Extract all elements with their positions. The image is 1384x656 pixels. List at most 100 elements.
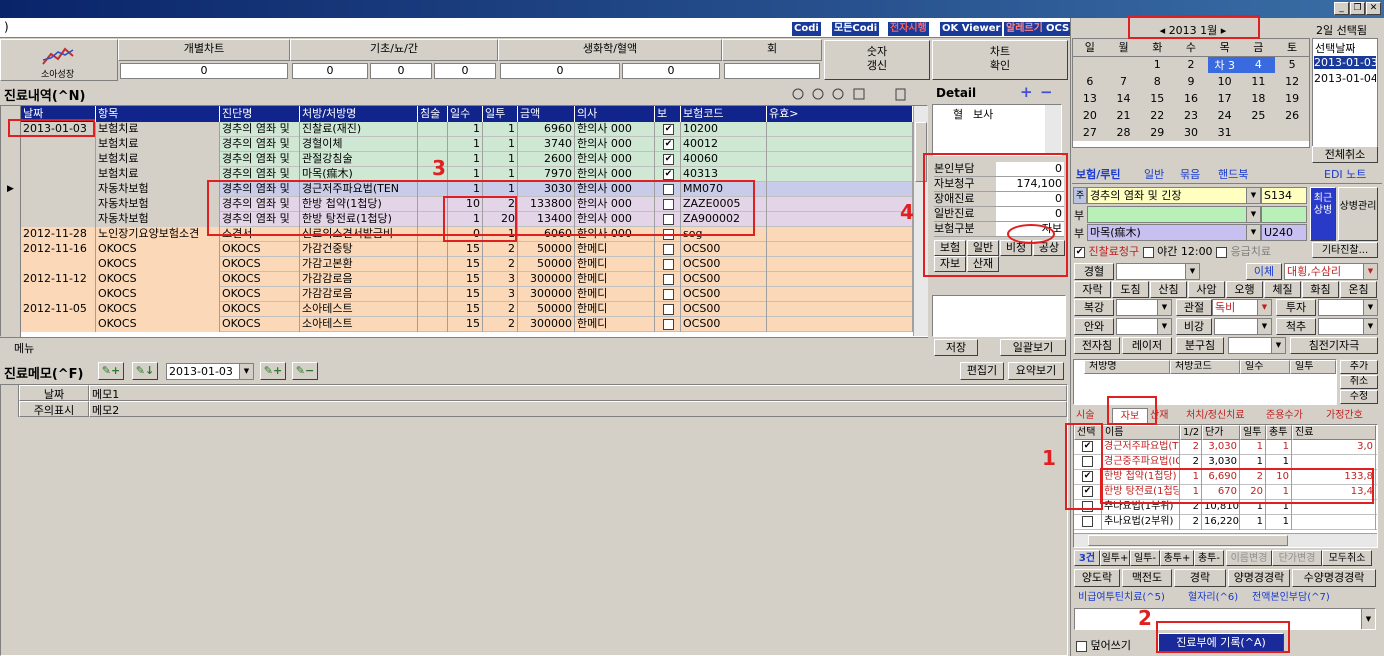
- other-consult-button[interactable]: 기타진찰...: [1312, 242, 1378, 258]
- selected-date-1[interactable]: 2013-01-03: [1314, 56, 1376, 69]
- fee-action-button[interactable]: 총투+: [1160, 550, 1194, 566]
- calendar-day[interactable]: 31: [1207, 124, 1242, 141]
- fee-action-button[interactable]: 모두취소: [1322, 550, 1372, 566]
- fee-row[interactable]: 추나요법(2부위) 2 16,220 1 1: [1074, 515, 1377, 530]
- lower-tab[interactable]: 전액본인부담(^7): [1252, 590, 1376, 606]
- chevron-down-icon[interactable]: ▼: [239, 364, 253, 379]
- meridian-button[interactable]: 양도락: [1074, 569, 1120, 587]
- fee-action-button[interactable]: 이름변경: [1226, 550, 1272, 566]
- fee-tab[interactable]: 가정간호: [1326, 408, 1378, 424]
- calendar-day[interactable]: 8: [1140, 73, 1175, 90]
- cell-chk[interactable]: [655, 317, 681, 332]
- fee-checkbox[interactable]: [1082, 515, 1093, 527]
- recent-diagnosis-button[interactable]: 최근상병: [1310, 187, 1336, 241]
- sub1-diagnosis-combo[interactable]: ▼: [1087, 206, 1261, 223]
- memo-add-icon[interactable]: ✎+: [98, 362, 124, 380]
- detail-add-icon[interactable]: +: [1020, 83, 1033, 101]
- stim-combo[interactable]: ▼: [1228, 337, 1286, 354]
- bigang-button[interactable]: 비강: [1176, 318, 1212, 335]
- acupuncture-type-button[interactable]: 화침: [1302, 281, 1339, 298]
- meridian-button[interactable]: 양명경경락: [1228, 569, 1290, 587]
- insurance-checkbox[interactable]: [663, 258, 674, 270]
- memo-delete-icon[interactable]: ✎−: [292, 362, 318, 380]
- allergy-badge[interactable]: 알레르기: [1004, 22, 1045, 36]
- chevron-down-icon[interactable]: ▼: [1363, 300, 1377, 315]
- insurance-checkbox[interactable]: [663, 303, 674, 315]
- bokgang-button[interactable]: 복강: [1074, 299, 1114, 316]
- col-header[interactable]: 일수: [448, 106, 483, 122]
- table-row[interactable]: 2013-01-03 보험치료 경추의 염좌 및 진찰료(재진) 1 1 6960 한의사 0…: [21, 122, 913, 137]
- fee-row[interactable]: ✔경근저주파요법(TEN23,030113,0: [1074, 440, 1377, 455]
- fee-action-button[interactable]: 3건: [1074, 550, 1100, 566]
- memo-date-combo[interactable]: 2013-01-03 ▼: [166, 363, 254, 380]
- calendar-day[interactable]: 19: [1275, 90, 1309, 107]
- edi-note-tab[interactable]: EDI 노트: [1324, 167, 1366, 183]
- tuja-button[interactable]: 투자: [1276, 299, 1316, 316]
- calendar-day[interactable]: 차 3: [1207, 56, 1242, 73]
- calendar-day[interactable]: 25: [1241, 107, 1276, 124]
- calendar-day[interactable]: 14: [1106, 90, 1141, 107]
- lower-tab[interactable]: 비급여투틴치료(^5): [1078, 590, 1184, 606]
- col-header[interactable]: 항목: [96, 106, 220, 122]
- stim-type-button[interactable]: 레이저: [1122, 337, 1172, 354]
- meridian-button[interactable]: 경락: [1174, 569, 1226, 587]
- insurance-checkbox[interactable]: [663, 273, 674, 285]
- memo-edit-icon[interactable]: ✎+: [260, 362, 286, 380]
- fee-hscroll[interactable]: [1074, 533, 1377, 547]
- calendar-day[interactable]: 24: [1207, 107, 1242, 124]
- cheokju-button[interactable]: 척추: [1276, 318, 1316, 335]
- stim-type-button[interactable]: 침전기자극: [1290, 337, 1378, 354]
- save-button[interactable]: 저장: [934, 339, 978, 356]
- fee-tab[interactable]: 준용수가: [1266, 408, 1324, 424]
- cell-chk[interactable]: ✔: [655, 152, 681, 167]
- col-header[interactable]: 진단명: [220, 106, 300, 122]
- gwanjeol-button[interactable]: 관절: [1176, 299, 1212, 316]
- table-row[interactable]: OKOCS OKOCS 소아테스트 15 2 300000 한메디 OCS00: [21, 317, 913, 332]
- round-header[interactable]: 회: [722, 39, 822, 61]
- editor-button[interactable]: 편집기: [960, 362, 1004, 380]
- col-header[interactable]: 침술: [418, 106, 448, 122]
- table-row[interactable]: 보험치료 경추의 염좌 및 경혈이체 1 1 3740 한의사 000 ✔ 40012: [21, 137, 913, 152]
- e-trial-badge[interactable]: 전자시행: [888, 22, 929, 36]
- cell-chk[interactable]: [655, 272, 681, 287]
- cancel-all-button[interactable]: 전체취소: [1312, 146, 1378, 163]
- fee-action-button[interactable]: 단가변경: [1272, 550, 1322, 566]
- fee-cell-chk[interactable]: [1074, 515, 1102, 530]
- insurance-checkbox[interactable]: ✔: [663, 153, 674, 165]
- table-row[interactable]: 2012-11-12 OKOCS OKOCS 가감감로음 15 3 300000 한메디 OCS…: [21, 272, 913, 287]
- codi-badge[interactable]: Codi: [792, 22, 821, 36]
- gwanjeol-combo[interactable]: 독비 ▼: [1212, 299, 1272, 316]
- tab-general[interactable]: 일반: [1144, 167, 1164, 183]
- lower-tab[interactable]: 혈자리(^6): [1188, 590, 1246, 606]
- calendar-day[interactable]: 28: [1106, 124, 1141, 141]
- calendar-day[interactable]: 23: [1174, 107, 1208, 124]
- acupuncture-type-button[interactable]: 오행: [1226, 281, 1263, 298]
- ocs-badge[interactable]: OCS: [1044, 22, 1072, 36]
- tab-bundle[interactable]: 묶음: [1180, 167, 1200, 183]
- acupuncture-type-button[interactable]: 자락: [1074, 281, 1111, 298]
- table-row[interactable]: 2012-11-16 OKOCS OKOCS 가감건중탕 15 2 50000 한메디 OCS0…: [21, 242, 913, 257]
- insurance-checkbox[interactable]: ✔: [663, 138, 674, 150]
- table-row[interactable]: OKOCS OKOCS 가감감로음 15 3 300000 한메디 OCS00: [21, 287, 913, 302]
- selected-date-2[interactable]: 2013-01-04: [1314, 72, 1376, 85]
- eche-combo[interactable]: 대횡,수삼리 ▼: [1284, 263, 1378, 280]
- acupuncture-type-button[interactable]: 체질: [1264, 281, 1301, 298]
- tab-insurance-routine[interactable]: 보험/루틴: [1076, 167, 1121, 183]
- tuja-combo[interactable]: ▼: [1318, 299, 1378, 316]
- insurance-checkbox[interactable]: [663, 243, 674, 255]
- emergency-checkbox[interactable]: [1216, 246, 1228, 258]
- fee-tab[interactable]: 처치/정신치료: [1186, 408, 1264, 424]
- sub1-diagnosis-code[interactable]: [1261, 206, 1307, 223]
- bigang-combo[interactable]: ▼: [1214, 318, 1272, 335]
- menu-label[interactable]: 메뉴: [14, 340, 34, 356]
- fee-action-button[interactable]: 일투-: [1130, 550, 1160, 566]
- anwa-combo[interactable]: ▼: [1116, 318, 1172, 335]
- cell-chk[interactable]: [655, 287, 681, 302]
- insurance-checkbox[interactable]: ✔: [663, 123, 674, 135]
- col-header[interactable]: 처방/처방명: [300, 106, 418, 122]
- basic-header[interactable]: 기초/뇨/간: [290, 39, 498, 61]
- calendar-day[interactable]: 27: [1073, 124, 1107, 141]
- calendar-day[interactable]: 21: [1106, 107, 1141, 124]
- cell-chk[interactable]: [655, 302, 681, 317]
- calendar-day[interactable]: 22: [1140, 107, 1175, 124]
